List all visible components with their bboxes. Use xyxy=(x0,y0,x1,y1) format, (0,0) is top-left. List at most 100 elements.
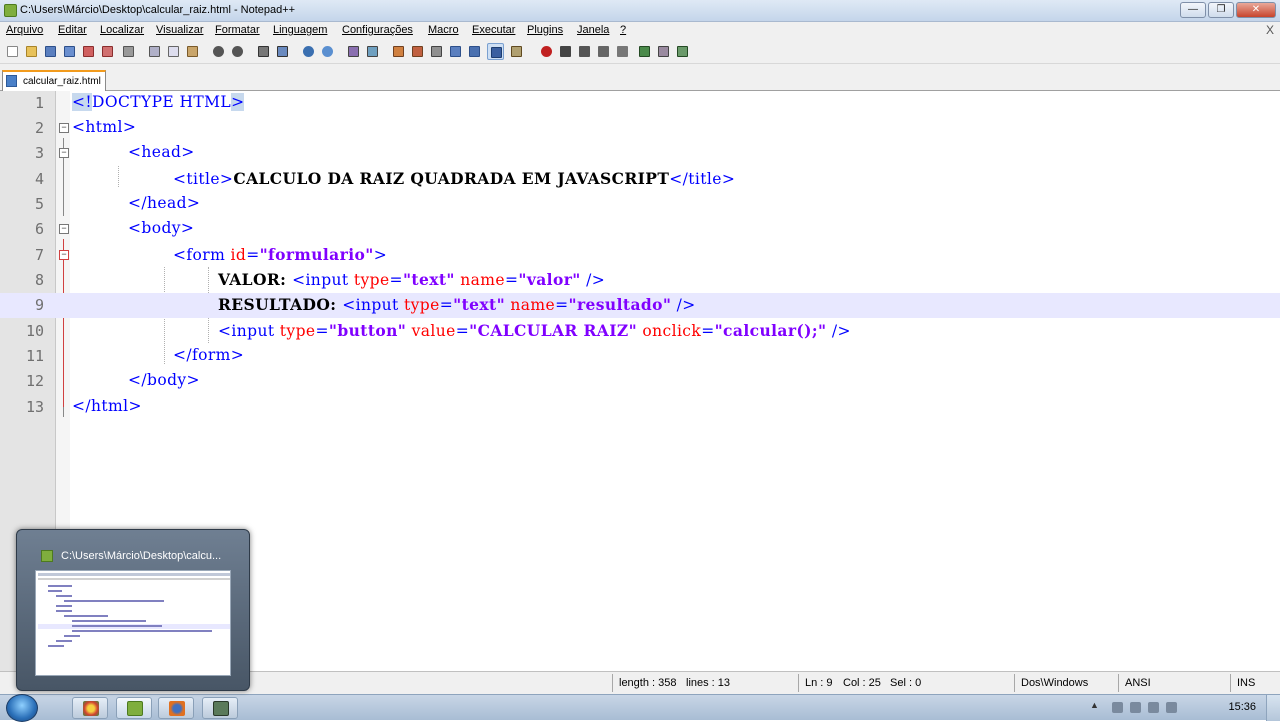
copy-icon[interactable] xyxy=(165,43,182,60)
close-button[interactable]: ✕ xyxy=(1236,2,1276,18)
zoom-in-icon[interactable] xyxy=(300,43,317,60)
spell-check-icon[interactable] xyxy=(655,43,672,60)
taskbar-app-button[interactable] xyxy=(202,697,238,719)
record-macro-icon[interactable] xyxy=(538,43,555,60)
app-icon xyxy=(213,701,229,716)
line-number: 12 xyxy=(25,372,44,390)
thumb-line xyxy=(56,595,72,597)
maximize-button[interactable]: ❐ xyxy=(1208,2,1234,18)
menu-editar[interactable]: Editar xyxy=(58,24,87,36)
close-document-icon[interactable]: X xyxy=(1266,23,1274,37)
menu-arquivo[interactable]: Arquivo xyxy=(6,24,43,36)
paste-icon[interactable] xyxy=(184,43,201,60)
tray-expand-icon[interactable]: ▲ xyxy=(1090,700,1099,711)
language-icon[interactable] xyxy=(428,43,445,60)
thumb-line xyxy=(48,585,72,587)
undo-icon[interactable] xyxy=(210,43,227,60)
close-file-icon[interactable] xyxy=(80,43,97,60)
thumb-line xyxy=(64,600,164,602)
find-icon[interactable] xyxy=(255,43,272,60)
show-desktop-button[interactable] xyxy=(1266,695,1280,721)
clock[interactable]: 15:36 xyxy=(1228,701,1256,713)
menu-plugins[interactable]: Plugins xyxy=(527,24,563,36)
fold-toggle-icon[interactable]: − xyxy=(59,148,69,158)
line-number: 4 xyxy=(34,170,44,188)
status-lines: lines : 13 xyxy=(686,677,731,689)
cut-icon[interactable] xyxy=(146,43,163,60)
tray-app-icon[interactable] xyxy=(1166,702,1177,713)
all-chars-icon[interactable] xyxy=(390,43,407,60)
replace-icon[interactable] xyxy=(274,43,291,60)
tab-bar: calcular_raiz.html xyxy=(0,64,1280,91)
line-number: 7 xyxy=(34,246,44,264)
system-tray: ▲ 15:36 xyxy=(1090,695,1280,721)
menu-formatar[interactable]: Formatar xyxy=(215,24,260,36)
line-number: 10 xyxy=(25,322,44,340)
firefox-icon xyxy=(169,701,185,716)
code-line: 7 − <form id="formulario"> xyxy=(0,243,1280,268)
status-sel: Sel : 0 xyxy=(890,677,922,689)
zoom-out-icon[interactable] xyxy=(319,43,336,60)
status-encoding: ANSI xyxy=(1125,677,1151,689)
fold-toggle-icon[interactable]: − xyxy=(59,123,69,133)
run-macro-multiple-icon[interactable] xyxy=(595,43,612,60)
save-all-icon[interactable] xyxy=(61,43,78,60)
taskbar-thumbnail-preview[interactable]: C:\Users\Márcio\Desktop\calcu... xyxy=(16,529,250,691)
menu-janela[interactable]: Janela xyxy=(577,24,609,36)
menu-executar[interactable]: Executar xyxy=(472,24,515,36)
thumb-line xyxy=(56,640,72,642)
word-wrap-icon[interactable] xyxy=(364,43,381,60)
print-icon[interactable] xyxy=(120,43,137,60)
tab-label: calcular_raiz.html xyxy=(23,76,101,87)
code-text: <form id="formulario"> xyxy=(173,245,388,264)
save-icon[interactable] xyxy=(42,43,59,60)
notepad-plus-plus-icon xyxy=(127,701,143,716)
code-line: 11 </form> xyxy=(0,344,1280,369)
status-insert-mode: INS xyxy=(1237,677,1256,689)
redo-icon[interactable] xyxy=(229,43,246,60)
play-macro-icon[interactable] xyxy=(576,43,593,60)
taskbar-chrome-button[interactable] xyxy=(72,697,108,719)
menu-visualizar[interactable]: Visualizar xyxy=(156,24,204,36)
taskbar-firefox-button[interactable] xyxy=(158,697,194,719)
tray-flag-icon[interactable] xyxy=(1130,702,1141,713)
start-button-icon[interactable] xyxy=(6,694,38,722)
code-line: 2 − <html> xyxy=(0,116,1280,141)
menu-help[interactable]: ? xyxy=(620,24,626,36)
run-icon[interactable] xyxy=(636,43,653,60)
tray-volume-icon[interactable] xyxy=(1148,702,1159,713)
status-divider xyxy=(798,674,799,692)
menu-macro[interactable]: Macro xyxy=(428,24,459,36)
status-divider xyxy=(1014,674,1015,692)
code-line: 4 <title>CALCULO DA RAIZ QUADRADA EM JAV… xyxy=(0,167,1280,192)
indent-icon[interactable] xyxy=(487,43,504,60)
plugin-icon[interactable] xyxy=(674,43,691,60)
tray-network-icon[interactable] xyxy=(1112,702,1123,713)
minimize-button[interactable]: — xyxy=(1180,2,1206,18)
taskbar-notepad-button[interactable] xyxy=(116,697,152,719)
paragraph-icon[interactable] xyxy=(447,43,464,60)
menu-localizar[interactable]: Localizar xyxy=(100,24,144,36)
fold-toggle-icon[interactable]: − xyxy=(59,250,69,260)
stop-macro-icon[interactable] xyxy=(557,43,574,60)
new-file-icon[interactable] xyxy=(4,43,21,60)
fold-toggle-icon[interactable]: − xyxy=(59,224,69,234)
pilcrow-icon[interactable] xyxy=(466,43,483,60)
open-file-icon[interactable] xyxy=(23,43,40,60)
code-line: 10 <input type="button" value="CALCULAR … xyxy=(0,319,1280,344)
close-all-icon[interactable] xyxy=(99,43,116,60)
folder-as-workspace-icon[interactable] xyxy=(508,43,525,60)
tab-calcular-raiz[interactable]: calcular_raiz.html xyxy=(2,70,106,91)
sync-scroll-icon[interactable] xyxy=(345,43,362,60)
menu-configuracoes[interactable]: Configurações xyxy=(342,24,413,36)
line-number: 6 xyxy=(34,220,44,238)
indent-guide-icon[interactable] xyxy=(409,43,426,60)
taskbar: ▲ 15:36 xyxy=(0,694,1280,722)
line-number: 13 xyxy=(25,398,44,416)
menu-linguagem[interactable]: Linguagem xyxy=(273,24,327,36)
code-line: 6 − <body> xyxy=(0,217,1280,242)
chrome-icon xyxy=(83,701,99,716)
save-macro-icon[interactable] xyxy=(614,43,631,60)
code-line: 3 − <head> xyxy=(0,141,1280,166)
code-text: </form> xyxy=(173,346,245,364)
